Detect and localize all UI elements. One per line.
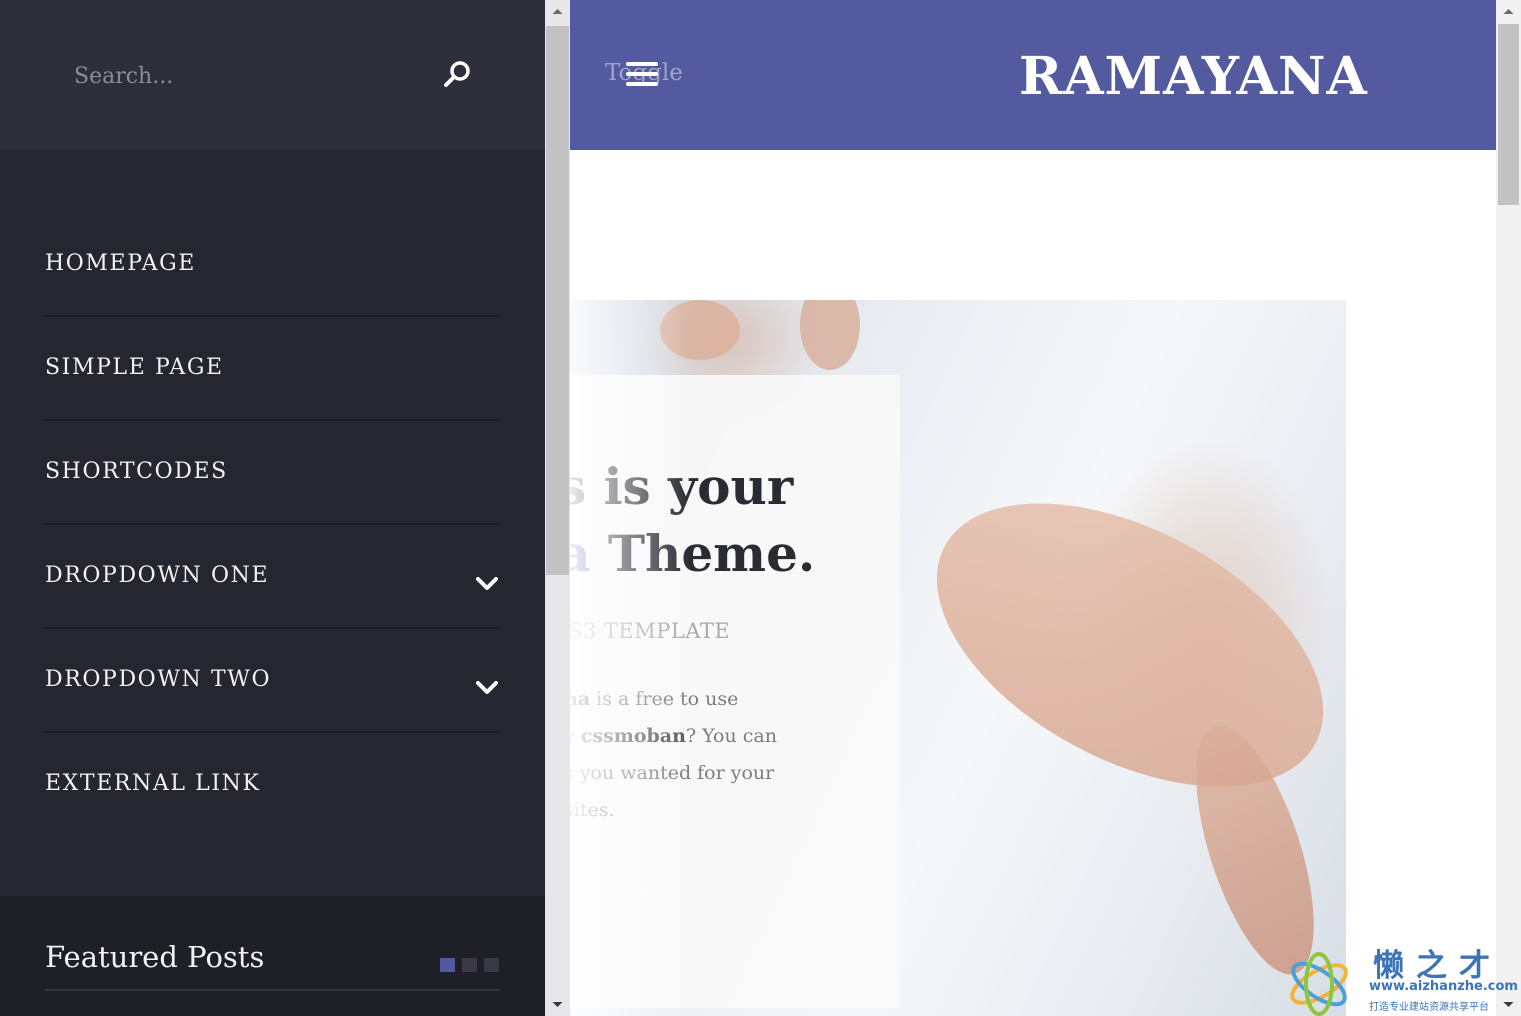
divider	[45, 989, 500, 991]
search-input[interactable]	[74, 56, 414, 96]
watermark-logo-icon	[1290, 952, 1348, 1016]
search-icon[interactable]	[440, 56, 476, 92]
sidebar-item-label: EXTERNAL LINK	[45, 771, 261, 796]
pager-dot[interactable]	[440, 958, 455, 972]
scroll-up-arrow-icon[interactable]	[545, 0, 570, 22]
sidebar-scrollbar[interactable]	[545, 0, 570, 1016]
chevron-down-icon[interactable]	[474, 679, 500, 697]
sidebar-item-simple-page[interactable]: SIMPLE PAGE	[45, 317, 500, 421]
sidebar-item-shortcodes[interactable]: SHORTCODES	[45, 421, 500, 525]
sidebar: HOMEPAGE SIMPLE PAGE SHORTCODES DROPDOWN ON…	[0, 0, 545, 1016]
hero-description-line: s you wanted for your	[570, 762, 775, 784]
sidebar-item-label: DROPDOWN TWO	[45, 667, 272, 692]
hero-card: s is your a Theme. S3 TEMPLATE na is a f…	[570, 375, 900, 1008]
scroll-down-arrow-icon[interactable]	[545, 994, 570, 1016]
hero-description: na is a free to use y cssmoban? You can …	[570, 681, 777, 829]
hero-image-finger	[800, 300, 860, 370]
scroll-up-arrow-icon[interactable]	[1496, 0, 1521, 22]
hero-heading-accent: a	[570, 524, 591, 583]
featured-posts-title: Featured Posts	[45, 940, 265, 974]
featured-posts: Featured Posts	[0, 896, 545, 1016]
sidebar-item-label: SHORTCODES	[45, 459, 228, 484]
hero-description-line: y cssmoban? You can	[570, 725, 777, 747]
hero-image-finger	[660, 300, 740, 360]
hero-description-line: na is a free to use	[570, 688, 739, 710]
hero-subtitle: S3 TEMPLATE	[570, 619, 731, 643]
search-bar	[0, 0, 545, 150]
main-page: Toggle RAMAYANA s is your a Theme. S3 TE…	[570, 0, 1496, 1016]
hero-heading-rest: Theme.	[590, 524, 816, 583]
hero-heading: s is your a Theme.	[570, 453, 815, 587]
watermark: 懒之才 www.aizhanzhe.com 打造专业建站资源共享平台	[1283, 940, 1518, 1016]
pager-dot[interactable]	[484, 958, 499, 972]
sidebar-item-homepage[interactable]: HOMEPAGE	[45, 213, 500, 317]
hero-heading-line2: a Theme.	[570, 520, 815, 587]
watermark-url: www.aizhanzhe.com	[1369, 979, 1518, 994]
sidebar-item-dropdown-two[interactable]: DROPDOWN TWO	[45, 629, 500, 733]
sidebar-nav: HOMEPAGE SIMPLE PAGE SHORTCODES DROPDOWN ON…	[45, 213, 500, 837]
hamburger-icon[interactable]	[626, 60, 658, 88]
page-scrollbar-thumb[interactable]	[1498, 24, 1519, 205]
hero-description-line: sites.	[570, 799, 615, 821]
site-title[interactable]: RAMAYANA	[1019, 46, 1368, 107]
sidebar-item-label: HOMEPAGE	[45, 251, 196, 276]
sidebar-item-label: DROPDOWN ONE	[45, 563, 270, 588]
hero-author-link[interactable]: cssmoban	[581, 725, 686, 747]
site-header: Toggle RAMAYANA	[570, 0, 1496, 150]
sidebar-scrollbar-thumb[interactable]	[546, 26, 569, 575]
watermark-slogan: 打造专业建站资源共享平台	[1369, 1002, 1489, 1013]
hero-image-hand	[890, 444, 1346, 846]
hero-heading-line1: s is your	[570, 457, 794, 516]
sidebar-item-dropdown-one[interactable]: DROPDOWN ONE	[45, 525, 500, 629]
sidebar-item-external-link[interactable]: EXTERNAL LINK	[45, 733, 500, 837]
chevron-down-icon[interactable]	[474, 575, 500, 593]
sidebar-item-label: SIMPLE PAGE	[45, 355, 224, 380]
page-scrollbar[interactable]	[1496, 0, 1521, 1016]
pager-dot[interactable]	[462, 958, 477, 972]
